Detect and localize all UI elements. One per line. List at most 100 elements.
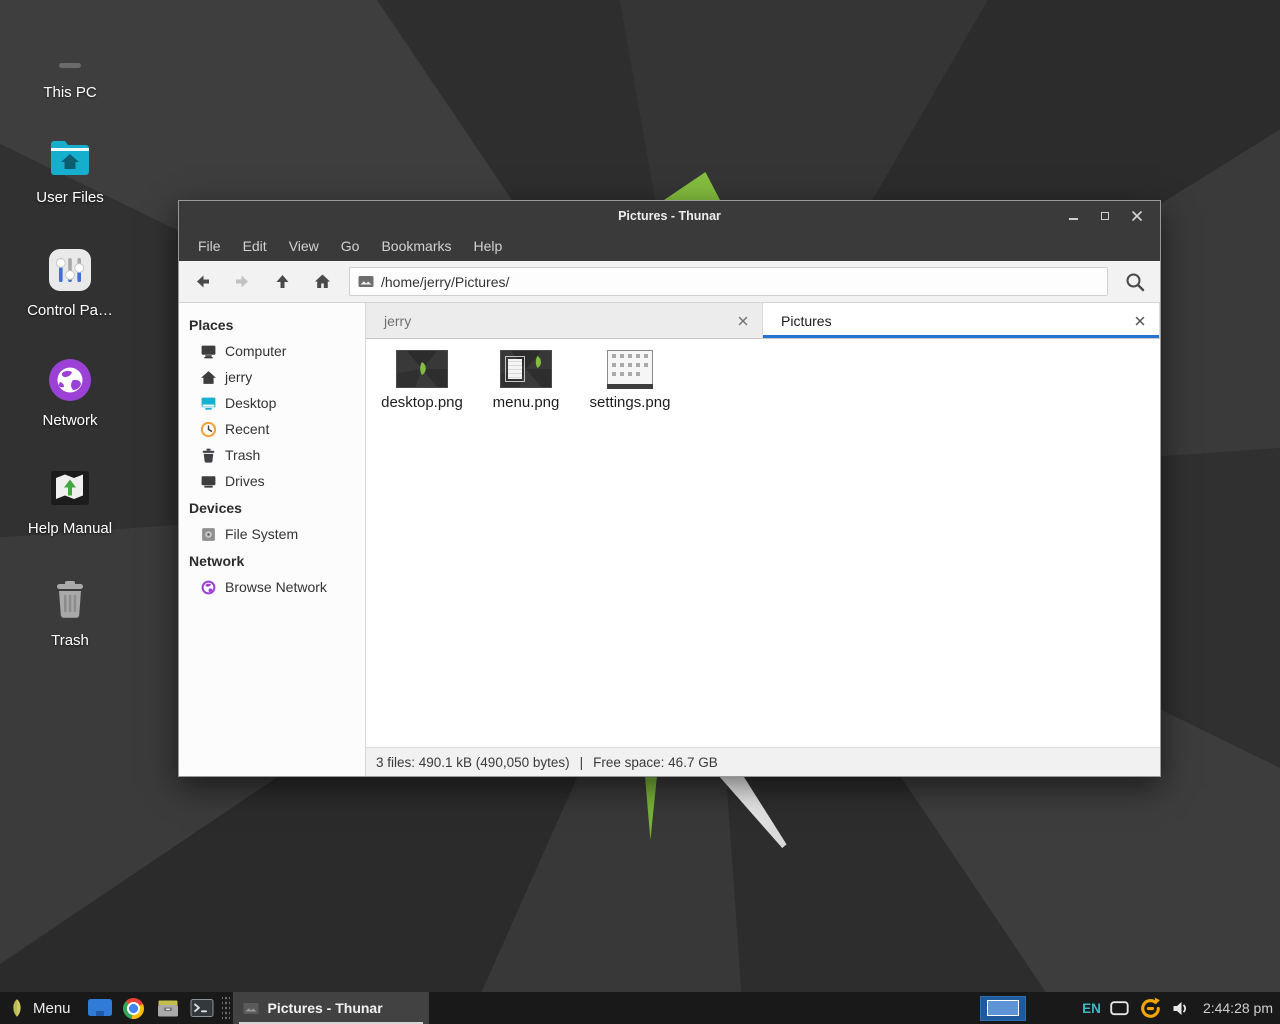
search-button[interactable] <box>1116 265 1154 299</box>
tab-bar: jerry Pictures <box>366 303 1160 339</box>
browse-network-globe-icon <box>200 579 217 596</box>
home-button[interactable] <box>303 265 341 299</box>
file-name: menu.png <box>493 394 560 411</box>
window-controls <box>1064 207 1160 225</box>
tab-jerry[interactable]: jerry <box>366 303 762 338</box>
menu-help[interactable]: Help <box>463 231 514 261</box>
main-content: jerry Pictures <box>366 303 1160 776</box>
menu-button[interactable]: Menu <box>0 992 83 1024</box>
minimize-icon <box>1069 218 1078 220</box>
task-button-label: Pictures - Thunar <box>268 1000 383 1016</box>
sidebar-item-recent[interactable]: Recent <box>179 416 365 442</box>
workspace-thumbnail <box>987 1000 1019 1016</box>
terminal-icon <box>190 997 214 1019</box>
trash-icon <box>200 447 217 464</box>
image-file-icon <box>243 1002 259 1015</box>
sidebar-item-desktop[interactable]: Desktop <box>179 390 365 416</box>
toolbar: /home/jerry/Pictures/ <box>179 261 1160 303</box>
menu-file[interactable]: File <box>187 231 232 261</box>
display-icon[interactable] <box>1110 1001 1129 1016</box>
sidebar-item-label: Drives <box>225 473 265 489</box>
back-button[interactable] <box>183 265 221 299</box>
pc-icon <box>46 28 94 76</box>
menu-view[interactable]: View <box>278 231 330 261</box>
menu-edit[interactable]: Edit <box>232 231 278 261</box>
desktop-icon-label: This PC <box>43 84 96 101</box>
sidebar-item-jerry[interactable]: jerry <box>179 364 365 390</box>
close-tab-button[interactable] <box>734 312 752 330</box>
archive-icon <box>156 997 180 1019</box>
update-manager-icon[interactable] <box>1138 996 1163 1021</box>
desktop-icon-label: Help Manual <box>28 520 112 537</box>
maximize-icon <box>1101 212 1109 220</box>
titlebar[interactable]: Pictures - Thunar <box>179 201 1160 231</box>
menubar: File Edit View Go Bookmarks Help <box>179 231 1160 261</box>
sidebar-item-label: Desktop <box>225 395 276 411</box>
files-info-text: 3 files: 490.1 kB (490,050 bytes) <box>376 755 570 770</box>
keyboard-layout-indicator[interactable]: EN <box>1082 1001 1101 1016</box>
trash-icon <box>46 576 94 624</box>
wallpaper-green-sliver <box>645 776 657 840</box>
file-settings-png[interactable]: settings.png <box>582 349 678 411</box>
desktop-icon-help-manual[interactable]: Help Manual <box>6 464 134 537</box>
maximize-button[interactable] <box>1096 207 1114 225</box>
sidebar-item-drives[interactable]: Drives <box>179 468 365 494</box>
computer-icon <box>200 343 217 360</box>
file-menu-png[interactable]: menu.png <box>478 349 574 411</box>
tab-pictures[interactable]: Pictures <box>763 303 1159 338</box>
minimize-button[interactable] <box>1064 207 1082 225</box>
file-name: settings.png <box>590 394 671 411</box>
status-separator: | <box>580 755 584 770</box>
mint-logo-icon <box>10 997 24 1019</box>
workspace-switcher[interactable] <box>980 996 1026 1021</box>
path-input[interactable]: /home/jerry/Pictures/ <box>349 267 1108 296</box>
close-button[interactable] <box>1128 207 1146 225</box>
user-files-folder-icon <box>46 133 94 181</box>
sidebar-item-label: Browse Network <box>225 579 327 595</box>
help-manual-icon <box>46 464 94 512</box>
desktop-icon-label: Network <box>42 412 97 429</box>
file-name: desktop.png <box>381 394 463 411</box>
desktop-icon-user-files[interactable]: User Files <box>6 133 134 206</box>
desktop-icon-this-pc[interactable]: This PC <box>6 28 134 101</box>
close-icon <box>738 316 748 326</box>
recent-clock-icon <box>200 421 217 438</box>
desktop-icon-label: Control Pa… <box>27 302 113 319</box>
close-tab-button[interactable] <box>1131 312 1149 330</box>
free-space-text: Free space: 46.7 GB <box>593 755 718 770</box>
up-arrow-icon <box>273 272 292 291</box>
close-icon <box>1135 316 1145 326</box>
volume-icon[interactable] <box>1172 1000 1190 1017</box>
forward-button[interactable] <box>223 265 261 299</box>
search-icon <box>1124 271 1146 293</box>
terminal-launcher[interactable] <box>187 992 217 1024</box>
sidebar-item-file-system[interactable]: File System <box>179 521 365 547</box>
task-button-thunar[interactable]: Pictures - Thunar <box>233 992 429 1024</box>
sidebar-item-computer[interactable]: Computer <box>179 338 365 364</box>
archive-launcher[interactable] <box>153 992 183 1024</box>
file-desktop-png[interactable]: desktop.png <box>374 349 470 411</box>
file-manager-launcher[interactable] <box>85 992 115 1024</box>
file-system-drive-icon <box>200 526 217 543</box>
sidebar: Places Computer jerry Desktop Recent <box>179 303 366 776</box>
thumbnail-desktop-png <box>396 349 448 389</box>
clock[interactable]: 2:44:28 pm <box>1203 1000 1273 1016</box>
desktop-icon <box>200 395 217 412</box>
desktop-icon-label: Trash <box>51 632 89 649</box>
network-header: Network <box>179 547 365 574</box>
chrome-icon <box>123 998 144 1019</box>
sidebar-item-trash[interactable]: Trash <box>179 442 365 468</box>
desktop-icon-trash[interactable]: Trash <box>6 576 134 649</box>
sidebar-item-label: Computer <box>225 343 286 359</box>
sidebar-item-browse-network[interactable]: Browse Network <box>179 574 365 600</box>
desktop-icon-network[interactable]: Network <box>6 356 134 429</box>
status-bar: 3 files: 490.1 kB (490,050 bytes) | Free… <box>366 747 1160 776</box>
desktop-icon-label: User Files <box>36 189 104 206</box>
up-button[interactable] <box>263 265 301 299</box>
menu-bookmarks[interactable]: Bookmarks <box>370 231 462 261</box>
desktop-icon-control-panel[interactable]: Control Pa… <box>6 246 134 319</box>
sidebar-item-label: Recent <box>225 421 269 437</box>
wallpaper-white-streak <box>716 776 788 848</box>
menu-go[interactable]: Go <box>330 231 371 261</box>
chrome-launcher[interactable] <box>119 992 149 1024</box>
